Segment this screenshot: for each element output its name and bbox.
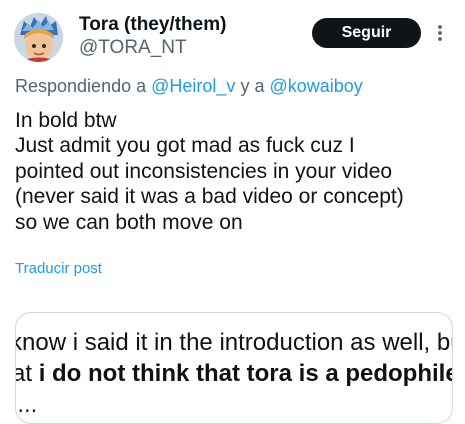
post-text-line: Just admit you got mad as fuck cuz I [15,134,355,158]
media-text-bold: i do not think that tora is a pedophile [38,360,453,387]
author-display-name[interactable]: Tora (they/them) [79,13,226,37]
media-text-prefix: at [16,360,33,387]
post-text-line: pointed out inconsistencies in your vide… [15,159,393,183]
avatar-image [14,13,63,62]
post-text-line: so we can both move on [15,210,243,234]
media-image[interactable]: know i said it in the introduction as we… [15,312,453,424]
more-options-button[interactable] [430,22,450,44]
post: Tora (they/them) @TORA_NT Seguir Respond… [0,0,465,424]
post-text: In bold btw Just admit you got mad as fu… [15,108,455,235]
media-text-line: i... [16,391,38,418]
replying-to: Respondiendo a @Heirol_v y a @kowaiboy [15,74,363,98]
post-text-line: (never said it was a bad video or concep… [15,185,404,209]
media-text-line: know i said it in the introduction as we… [15,329,453,356]
mention-link[interactable]: @kowaiboy [269,76,362,96]
follow-button[interactable]: Seguir [312,18,421,48]
avatar[interactable] [14,13,63,62]
post-text-line: In bold btw [15,109,117,132]
replying-to-prefix: Respondiendo a [15,76,147,96]
media-text-line: at i do not think that tora is a pedophi… [16,360,453,388]
translate-post-link[interactable]: Traducir post [15,259,102,279]
replying-to-conjunction: y a [240,76,265,96]
author-handle[interactable]: @TORA_NT [79,36,187,60]
mention-link[interactable]: @Heirol_v [151,76,235,96]
more-dots-icon [438,25,442,41]
